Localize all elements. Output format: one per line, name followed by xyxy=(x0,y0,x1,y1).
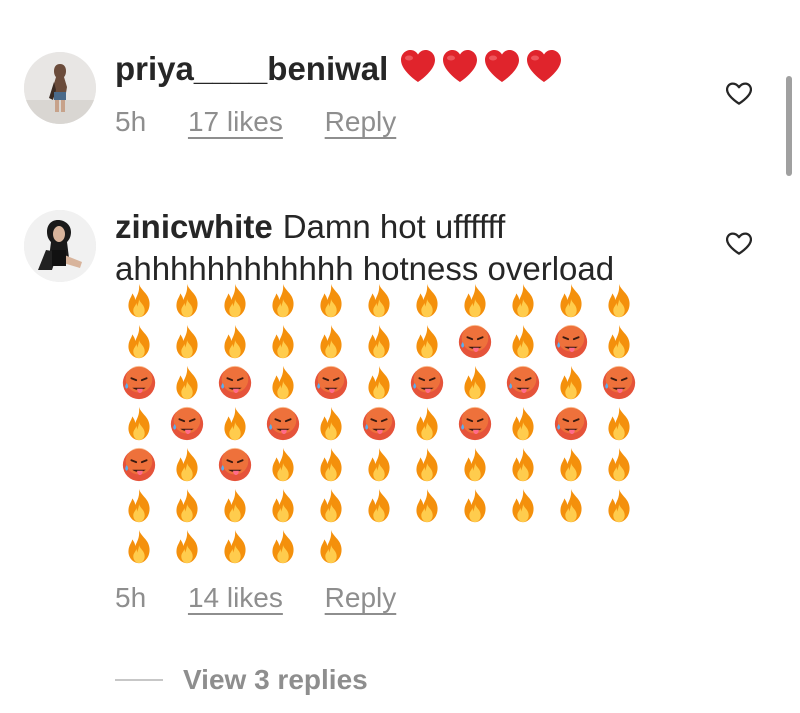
fire-icon xyxy=(595,485,643,526)
like-heart-icon[interactable] xyxy=(724,78,754,108)
hot-face-icon xyxy=(499,362,547,403)
fire-icon xyxy=(163,321,211,362)
username[interactable]: priya____beniwal xyxy=(115,50,388,87)
hot-face-icon xyxy=(259,403,307,444)
fire-icon xyxy=(499,485,547,526)
hot-face-icon xyxy=(547,403,595,444)
fire-icon xyxy=(259,485,307,526)
fire-icon xyxy=(211,485,259,526)
fire-icon xyxy=(355,321,403,362)
scrollbar[interactable] xyxy=(786,76,792,176)
comment-emoji xyxy=(398,50,566,87)
fire-icon xyxy=(163,362,211,403)
fire-icon xyxy=(595,321,643,362)
fire-icon xyxy=(259,321,307,362)
view-replies-button[interactable]: View 3 replies xyxy=(115,660,368,700)
comment-meta: 5h 17 likes Reply xyxy=(115,106,430,138)
fire-icon xyxy=(211,526,259,567)
red-heart-icon xyxy=(440,48,480,94)
hot-face-icon xyxy=(451,403,499,444)
avatar[interactable] xyxy=(24,52,96,124)
comment-body: priya____beniwal xyxy=(115,48,685,94)
fire-icon xyxy=(115,403,163,444)
like-heart-icon[interactable] xyxy=(724,228,754,258)
fire-icon xyxy=(547,485,595,526)
fire-icon xyxy=(499,444,547,485)
reply-button[interactable]: Reply xyxy=(325,582,397,613)
fire-icon xyxy=(403,485,451,526)
fire-icon xyxy=(307,403,355,444)
fire-icon xyxy=(259,362,307,403)
fire-icon xyxy=(451,280,499,321)
fire-icon xyxy=(211,403,259,444)
fire-icon xyxy=(115,485,163,526)
replies-divider xyxy=(115,679,163,681)
hot-face-icon xyxy=(307,362,355,403)
fire-icon xyxy=(163,485,211,526)
hot-face-icon xyxy=(115,362,163,403)
fire-icon xyxy=(403,444,451,485)
fire-icon xyxy=(115,321,163,362)
fire-icon xyxy=(115,280,163,321)
comment-meta: 5h 14 likes Reply xyxy=(115,582,430,614)
fire-icon xyxy=(211,280,259,321)
hot-face-icon xyxy=(355,403,403,444)
likes-count-link[interactable]: 14 likes xyxy=(188,582,283,613)
fire-icon xyxy=(499,321,547,362)
fire-icon xyxy=(211,321,259,362)
hot-face-icon xyxy=(211,444,259,485)
hot-face-icon xyxy=(163,403,211,444)
fire-icon xyxy=(451,485,499,526)
fire-icon xyxy=(307,280,355,321)
fire-icon xyxy=(163,526,211,567)
reply-button[interactable]: Reply xyxy=(325,106,397,137)
red-heart-icon xyxy=(398,48,438,94)
fire-icon xyxy=(403,403,451,444)
fire-icon xyxy=(451,362,499,403)
hot-face-icon xyxy=(451,321,499,362)
timestamp: 5h xyxy=(115,582,147,613)
fire-icon xyxy=(307,485,355,526)
username[interactable]: zinicwhite xyxy=(115,208,273,245)
fire-icon xyxy=(259,444,307,485)
fire-icon xyxy=(595,280,643,321)
hot-face-icon xyxy=(547,321,595,362)
view-replies-label: View 3 replies xyxy=(183,664,368,695)
fire-icon xyxy=(355,362,403,403)
red-heart-icon xyxy=(482,48,522,94)
fire-icon xyxy=(163,280,211,321)
fire-icon xyxy=(403,321,451,362)
timestamp: 5h xyxy=(115,106,147,137)
fire-icon xyxy=(451,444,499,485)
emoji-grid xyxy=(115,280,675,567)
fire-icon xyxy=(595,444,643,485)
fire-icon xyxy=(499,280,547,321)
fire-icon xyxy=(163,444,211,485)
avatar[interactable] xyxy=(24,210,96,282)
red-heart-icon xyxy=(524,48,564,94)
hot-face-icon xyxy=(211,362,259,403)
fire-icon xyxy=(403,280,451,321)
fire-icon xyxy=(259,280,307,321)
fire-icon xyxy=(115,526,163,567)
likes-count-link[interactable]: 17 likes xyxy=(188,106,283,137)
fire-icon xyxy=(259,526,307,567)
fire-icon xyxy=(595,403,643,444)
hot-face-icon xyxy=(595,362,643,403)
fire-icon xyxy=(307,321,355,362)
fire-icon xyxy=(547,444,595,485)
fire-icon xyxy=(547,280,595,321)
hot-face-icon xyxy=(115,444,163,485)
fire-icon xyxy=(355,280,403,321)
hot-face-icon xyxy=(403,362,451,403)
fire-icon xyxy=(547,362,595,403)
fire-icon xyxy=(355,485,403,526)
comment-body: zinicwhite Damn hot uffffff ahhhhhhhhhhhh… xyxy=(115,206,685,290)
fire-icon xyxy=(499,403,547,444)
fire-icon xyxy=(307,526,355,567)
fire-icon xyxy=(307,444,355,485)
fire-icon xyxy=(355,444,403,485)
